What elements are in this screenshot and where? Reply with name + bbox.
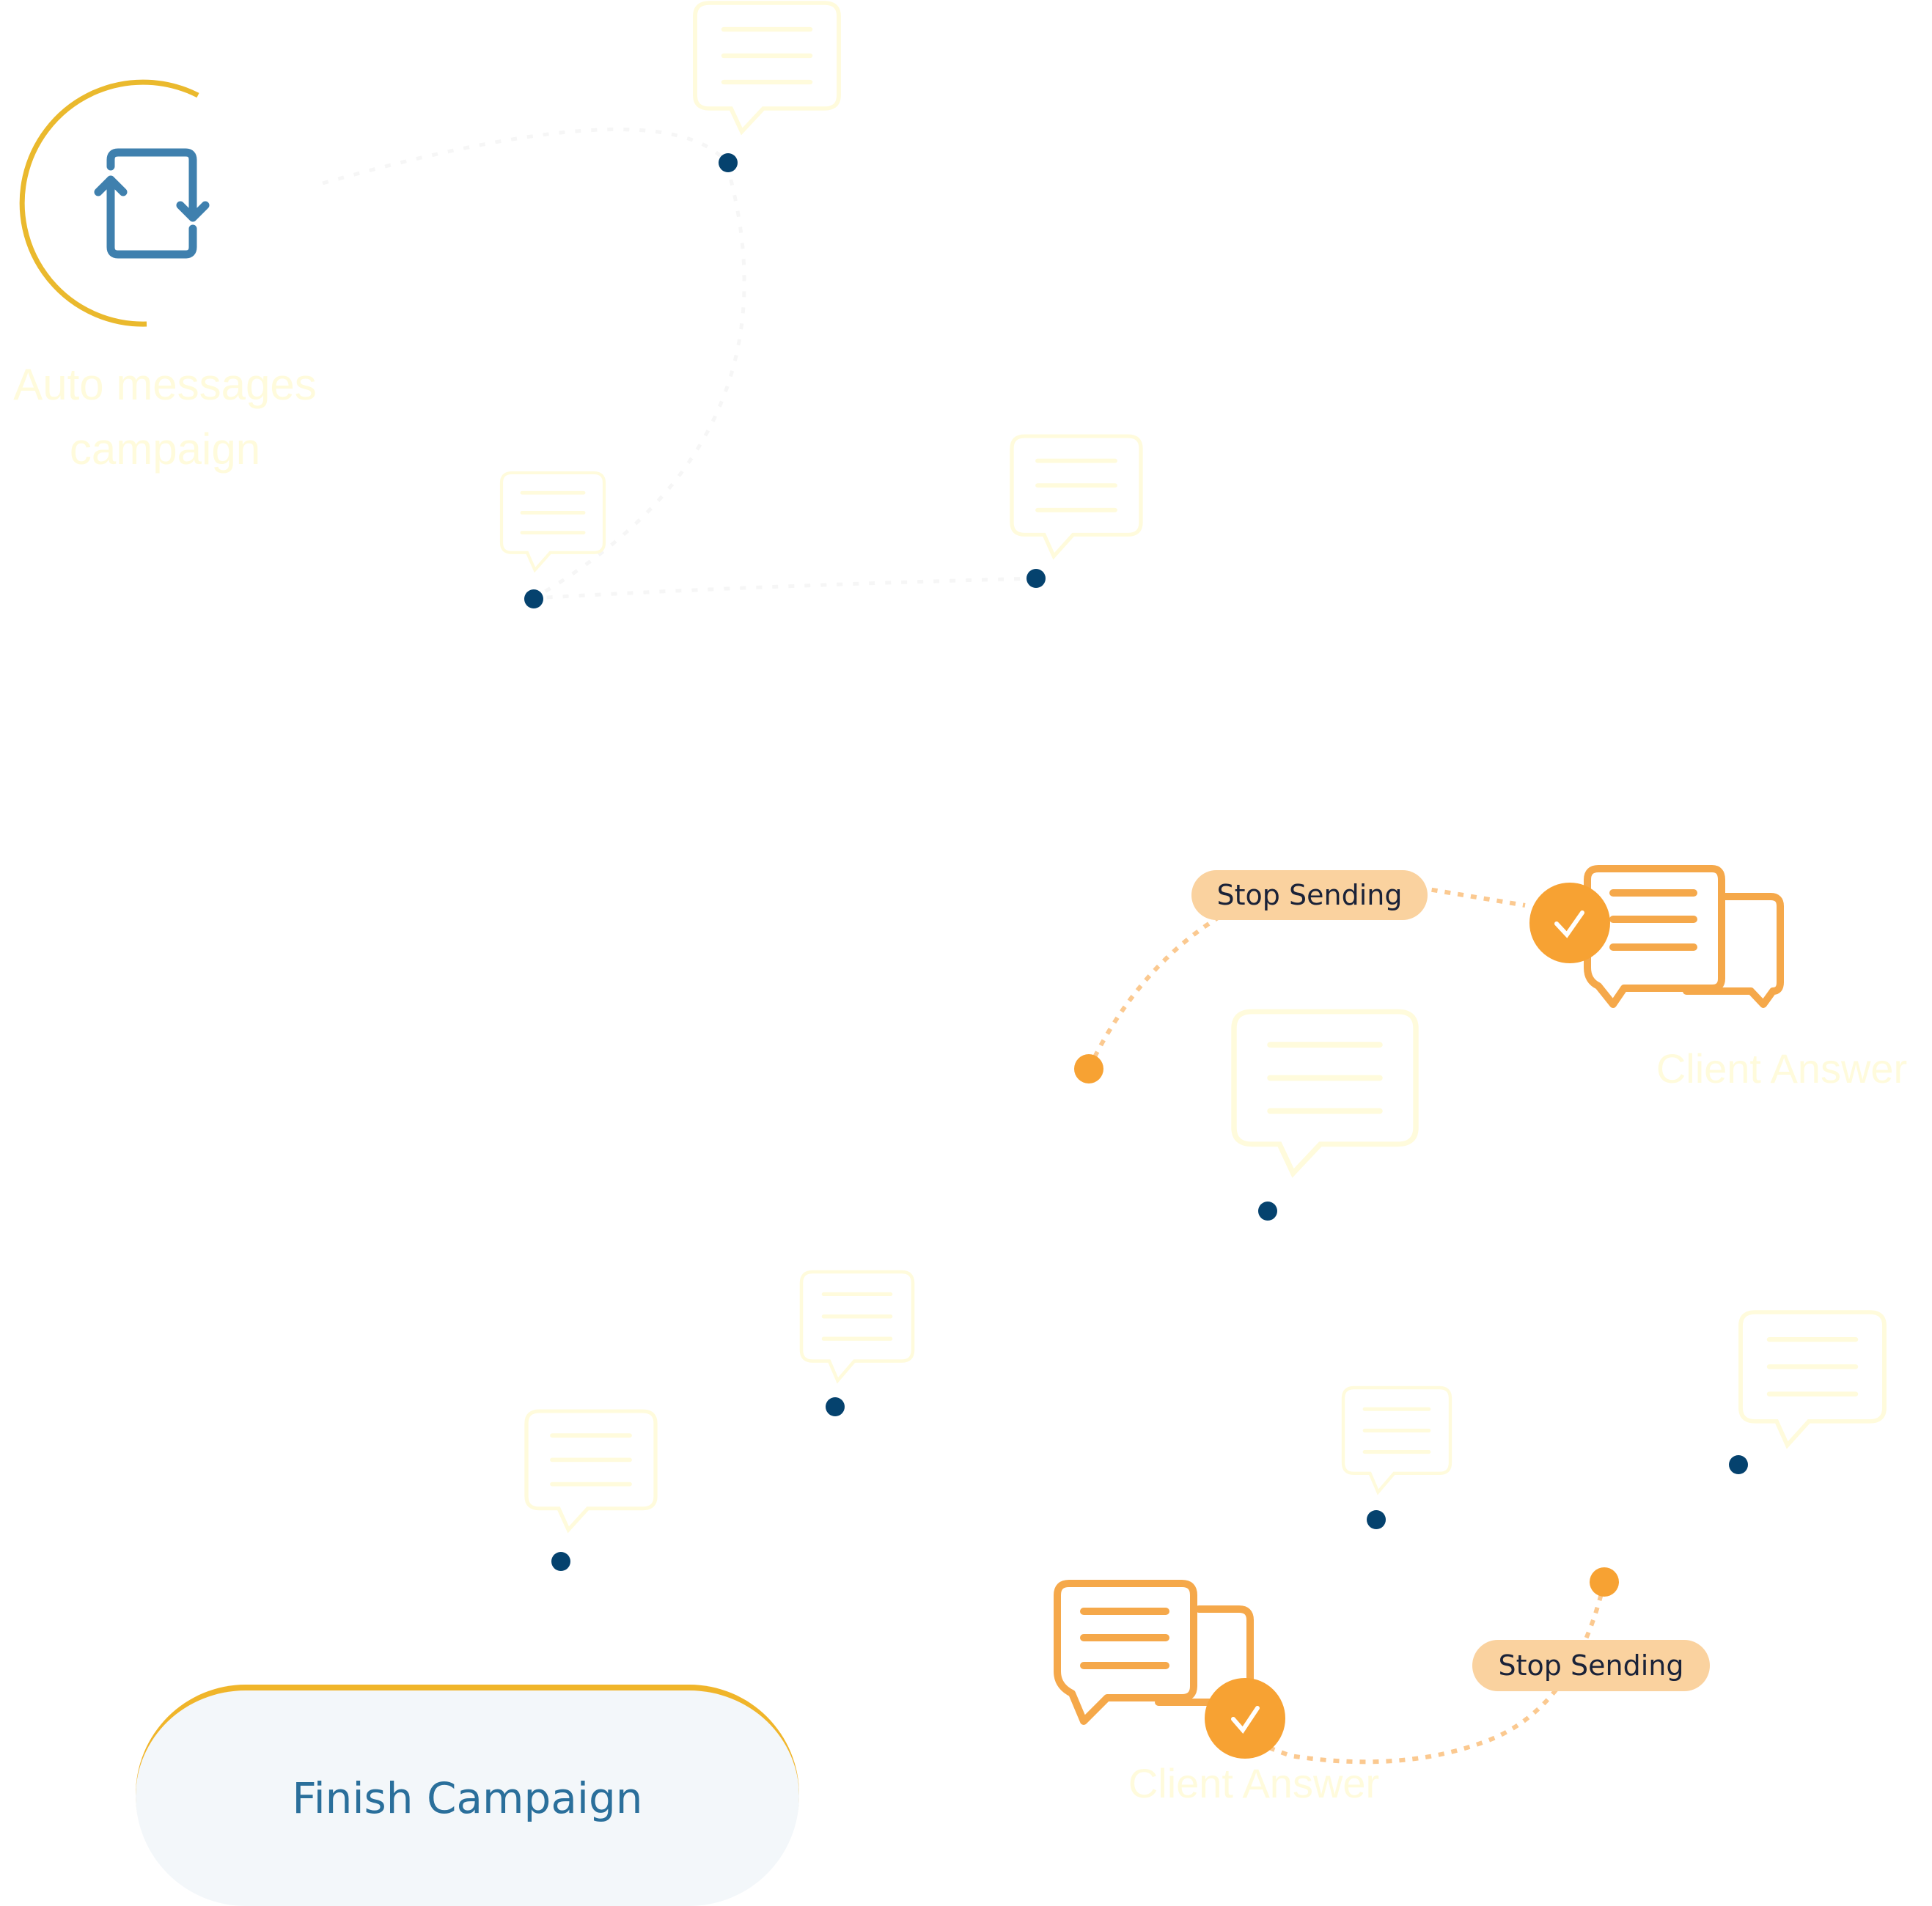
client-answer-label: Client Answer <box>1656 1045 1908 1092</box>
message-bubble-icon <box>695 3 839 132</box>
check-badge <box>1529 883 1610 963</box>
step-dot[interactable] <box>524 589 543 608</box>
refresh-cycle-icon <box>94 148 210 259</box>
finish-campaign-button[interactable]: Finish Campaign <box>136 1686 799 1906</box>
branch-dot[interactable] <box>1590 1567 1619 1597</box>
step-dot[interactable] <box>551 1552 570 1571</box>
message-bubble-icon <box>1012 436 1141 556</box>
campaign-flow-diagram <box>19 0 1932 1765</box>
campaign-title-line2: campaign <box>69 424 261 474</box>
branch-dot[interactable] <box>1074 1054 1103 1083</box>
finish-campaign-label: Finish Campaign <box>292 1773 643 1823</box>
check-badge <box>1205 1678 1285 1759</box>
message-bubble-icon <box>1741 1312 1884 1445</box>
message-bubble-icon <box>801 1272 913 1380</box>
stop-sending-badge[interactable]: Stop Sending <box>1191 870 1428 920</box>
step-dot[interactable] <box>1026 569 1046 588</box>
message-bubble-icon <box>1234 1012 1416 1173</box>
chat-bubbles-check-icon <box>1584 865 1784 1008</box>
step-dot[interactable] <box>719 153 738 172</box>
client-answer-label: Client Answer <box>1128 1760 1380 1806</box>
step-dot[interactable] <box>1367 1510 1386 1529</box>
stop-sending-label: Stop Sending <box>1498 1649 1684 1682</box>
step-dot[interactable] <box>826 1397 845 1416</box>
step-dot[interactable] <box>1258 1202 1277 1221</box>
message-bubble-icon <box>502 473 604 570</box>
message-bubble-icon <box>526 1411 655 1530</box>
stop-sending-badge[interactable]: Stop Sending <box>1472 1640 1710 1691</box>
stop-sending-label: Stop Sending <box>1216 879 1403 911</box>
connector-path <box>322 128 1036 600</box>
step-dot[interactable] <box>1729 1455 1748 1474</box>
message-bubble-icon <box>1343 1388 1450 1492</box>
campaign-title-line1: Auto messages <box>13 360 317 409</box>
